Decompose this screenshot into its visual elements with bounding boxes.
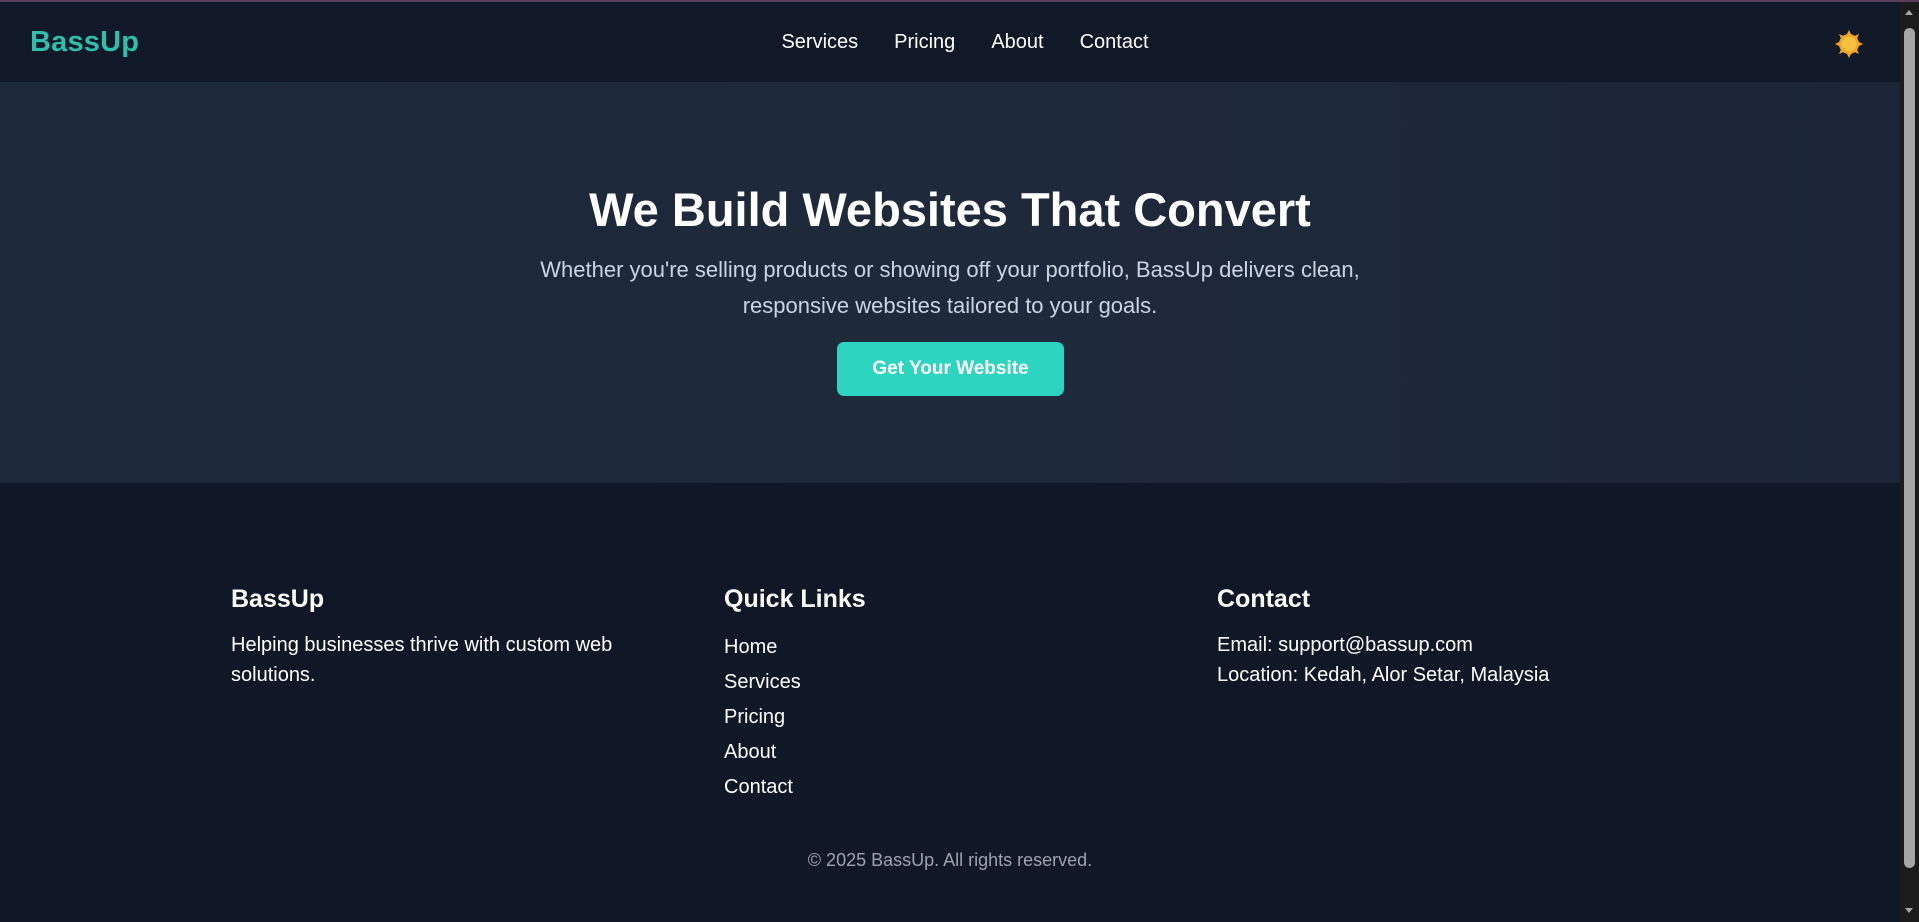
scrollbar-thumb[interactable] — [1904, 28, 1915, 868]
footer-contact-location: Location: Kedah, Alor Setar, Malaysia — [1217, 664, 1550, 686]
hero-subtitle: Whether you're selling products or showi… — [540, 257, 1360, 318]
copyright-text: © 2025 BassUp. All rights reserved. — [807, 850, 1093, 870]
site-header: BassUp Services Pricing About Contact — [0, 2, 1900, 82]
footer-about-heading: BassUp — [231, 585, 325, 613]
viewport: BassUp Services Pricing About Contact We… — [0, 2, 1900, 922]
hero-section: We Build Websites That Convert Whether y… — [0, 82, 1900, 483]
footer-link-about[interactable]: About — [724, 741, 776, 763]
quick-links-list: Home Services Pricing About Contact — [724, 630, 1024, 805]
nav-link-about[interactable]: About — [991, 31, 1043, 54]
footer-contact-heading: Contact — [1217, 585, 1311, 613]
list-item: Pricing — [724, 700, 1024, 735]
footer-contact: Contact Email: support@bassup.com Locati… — [1217, 585, 1667, 690]
footer-link-pricing[interactable]: Pricing — [724, 706, 785, 728]
footer-quick-links-heading: Quick Links — [724, 585, 866, 613]
get-your-website-button[interactable]: Get Your Website — [837, 342, 1064, 396]
footer-contact-email: Email: support@bassup.com — [1217, 634, 1473, 656]
footer-link-services[interactable]: Services — [724, 671, 801, 693]
main-nav: Services Pricing About Contact — [0, 31, 1900, 54]
list-item: About — [724, 735, 1024, 770]
scroll-up-arrow-icon[interactable] — [1905, 10, 1913, 15]
page: BassUp Services Pricing About Contact We… — [0, 0, 1919, 922]
scroll-down-arrow-icon[interactable] — [1905, 908, 1913, 913]
nav-link-pricing[interactable]: Pricing — [894, 31, 955, 54]
footer-about-text: Helping businesses thrive with custom we… — [231, 634, 613, 686]
hero-title: We Build Websites That Convert — [589, 183, 1311, 236]
footer-about: BassUp Helping businesses thrive with cu… — [231, 585, 661, 690]
list-item: Services — [724, 665, 1024, 700]
list-item: Contact — [724, 770, 1024, 805]
theme-toggle-button[interactable] — [1834, 29, 1864, 59]
footer-quick-links: Quick Links Home Services Pricing About … — [724, 585, 1024, 805]
footer-link-home[interactable]: Home — [724, 636, 777, 658]
nav-link-contact[interactable]: Contact — [1080, 31, 1149, 54]
vertical-scrollbar[interactable] — [1900, 2, 1919, 922]
footer-link-contact[interactable]: Contact — [724, 776, 793, 798]
nav-link-services[interactable]: Services — [781, 31, 858, 54]
sun-icon — [1835, 30, 1863, 58]
list-item: Home — [724, 630, 1024, 665]
